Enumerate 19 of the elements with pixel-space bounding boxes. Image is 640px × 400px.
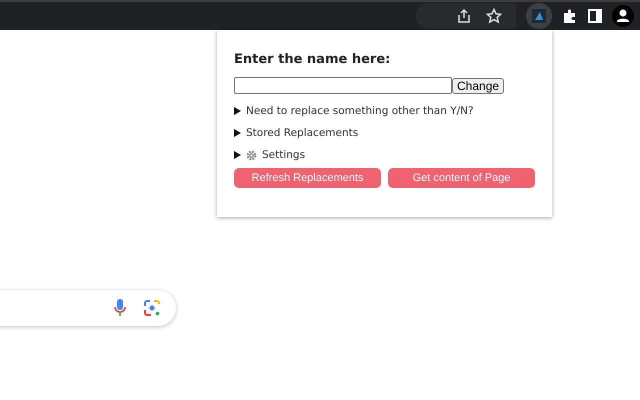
disclosure-triangle-icon[interactable] <box>234 107 241 115</box>
change-button[interactable]: Change <box>452 78 504 94</box>
share-icon[interactable] <box>456 8 472 24</box>
disclosure-triangle-icon[interactable] <box>234 151 241 159</box>
section-summary[interactable]: Settings <box>262 149 306 161</box>
puzzle-icon[interactable] <box>562 8 578 24</box>
microphone-icon[interactable] <box>114 299 126 317</box>
section-summary[interactable]: Need to replace something other than Y/N? <box>246 105 474 117</box>
extension-button[interactable] <box>526 3 552 29</box>
disclosure-triangle-icon[interactable] <box>234 129 241 137</box>
popup-heading: Enter the name here: <box>234 52 392 67</box>
avatar-icon[interactable] <box>612 5 634 27</box>
gear-icon <box>246 150 257 160</box>
star-icon[interactable] <box>486 8 502 24</box>
name-input[interactable] <box>234 77 452 94</box>
section-summary[interactable]: Stored Replacements <box>246 127 358 139</box>
side-panel-icon[interactable] <box>588 9 602 23</box>
camera-lens-icon[interactable] <box>144 300 160 316</box>
extension-logo-icon <box>532 9 546 23</box>
